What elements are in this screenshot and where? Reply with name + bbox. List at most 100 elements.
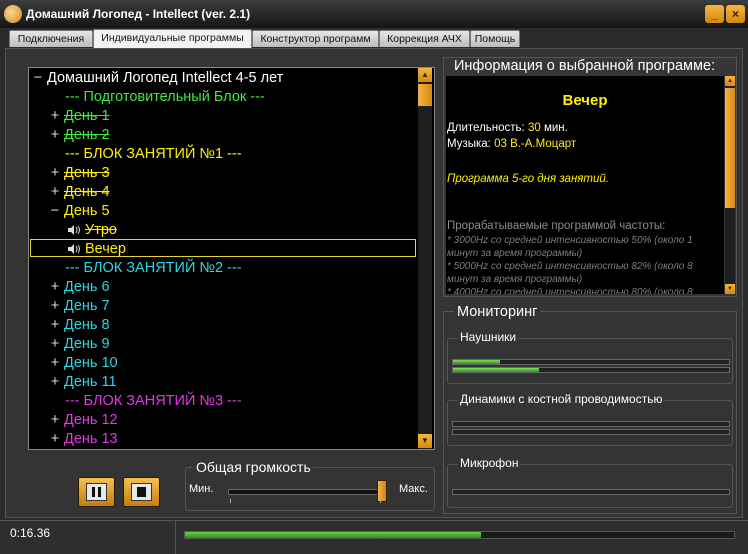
scroll-down-icon[interactable]: ▼ bbox=[418, 434, 432, 448]
expand-icon[interactable]: + bbox=[49, 183, 61, 202]
playback-progress[interactable] bbox=[184, 531, 735, 539]
duration-line: Длительность: 30 мин. bbox=[447, 122, 568, 134]
tree-item[interactable]: --- БЛОК ЗАНЯТИЙ №2 --- bbox=[65, 259, 242, 278]
tree-item-label: День 12 bbox=[64, 412, 118, 428]
status-divider bbox=[175, 521, 176, 554]
freq-header: Прорабатываемые программой частоты: bbox=[447, 220, 666, 232]
freq-item: * 3000Hz со средней интенсивностью 50% (… bbox=[447, 235, 693, 259]
tree-item-label: --- БЛОК ЗАНЯТИЙ №2 --- bbox=[65, 260, 242, 276]
program-info-panel: Информация о выбранной программе: Вечер … bbox=[443, 57, 737, 297]
expand-icon[interactable]: + bbox=[49, 354, 61, 373]
tab-connections[interactable]: Подключения bbox=[9, 30, 93, 47]
scroll-thumb[interactable] bbox=[418, 84, 432, 106]
tab-frequency-correction[interactable]: Коррекция АЧХ bbox=[379, 30, 470, 47]
status-bar: 0:16.36 bbox=[0, 520, 748, 554]
music-value: 03 В.-А.Моцарт bbox=[494, 138, 577, 150]
tree-item-label: День 3 bbox=[64, 165, 110, 181]
expand-icon[interactable]: + bbox=[49, 335, 61, 354]
program-title: Вечер bbox=[562, 92, 608, 109]
stop-icon bbox=[131, 483, 152, 501]
tree-item-label: --- БЛОК ЗАНЯТИЙ №1 --- bbox=[65, 146, 242, 162]
monitoring-panel: Мониторинг Наушники Динамики с костной п… bbox=[443, 304, 737, 514]
tree-item-label: Домашний Логопед Intellect 4-5 лет bbox=[47, 70, 284, 86]
stop-button[interactable] bbox=[123, 477, 160, 507]
expand-icon[interactable]: + bbox=[49, 107, 61, 126]
microphone-label: Микрофон bbox=[458, 456, 521, 470]
freq-item: * 4000Hz со средней интенсивностью 80% (… bbox=[447, 287, 693, 294]
tree-item[interactable]: --- Подготовительный Блок --- bbox=[65, 88, 265, 107]
tree-item-label: День 11 bbox=[64, 374, 117, 390]
volume-group: Общая громкость Мин. Макс. bbox=[185, 459, 435, 511]
tree-item[interactable]: + День 13 bbox=[49, 430, 118, 449]
tree-scrollbar[interactable]: ▲ ▼ bbox=[418, 68, 432, 449]
tab-program-builder[interactable]: Конструктор программ bbox=[252, 30, 379, 47]
music-line: Музыка: 03 В.-А.Моцарт bbox=[447, 138, 577, 150]
tree-item-label: День 9 bbox=[64, 336, 110, 352]
headphones-group: Наушники bbox=[447, 330, 733, 384]
scroll-up-icon[interactable]: ▲ bbox=[418, 68, 432, 82]
expand-icon[interactable]: + bbox=[49, 430, 61, 449]
expand-icon[interactable]: + bbox=[49, 278, 61, 297]
tree-item[interactable]: + День 2 bbox=[49, 126, 110, 145]
tree-item-label: День 1 bbox=[64, 108, 110, 124]
tree-item[interactable]: + День 10 bbox=[49, 354, 118, 373]
speaker-icon bbox=[68, 225, 80, 235]
tree-item-label: --- Подготовительный Блок --- bbox=[65, 89, 265, 105]
tree-item-label: День 4 bbox=[64, 184, 110, 200]
headphones-meter-right bbox=[452, 367, 730, 373]
headphones-label: Наушники bbox=[458, 330, 519, 344]
tree-item[interactable]: Утро bbox=[67, 221, 117, 240]
tree-item[interactable]: --- БЛОК ЗАНЯТИЙ №1 --- bbox=[65, 145, 242, 164]
level-fill bbox=[453, 360, 500, 364]
headphones-meter-left bbox=[452, 359, 730, 365]
tree-item[interactable]: − День 5 bbox=[49, 202, 110, 221]
tree-item[interactable]: + День 12 bbox=[49, 411, 118, 430]
tree-item[interactable]: + День 11 bbox=[49, 373, 117, 392]
tree-item[interactable]: + День 1 bbox=[49, 107, 110, 126]
pause-icon bbox=[86, 483, 107, 501]
collapse-icon[interactable]: − bbox=[32, 69, 44, 88]
collapse-icon[interactable]: − bbox=[49, 202, 61, 221]
minimize-button[interactable]: _ bbox=[705, 5, 724, 23]
tree-item[interactable]: + День 7 bbox=[49, 297, 110, 316]
tree-item-label: День 7 bbox=[64, 298, 110, 314]
bone-speakers-label: Динамики с костной проводимостью bbox=[458, 392, 665, 406]
scroll-up-icon[interactable]: ▲ bbox=[725, 76, 735, 86]
program-tree[interactable]: − Домашний Логопед Intellect 4-5 лет --- П… bbox=[28, 67, 435, 450]
info-scrollbar[interactable]: ▲ ▼ bbox=[725, 76, 735, 294]
expand-icon[interactable]: + bbox=[49, 126, 61, 145]
tree-item[interactable]: + День 8 bbox=[49, 316, 110, 335]
expand-icon[interactable]: + bbox=[49, 411, 61, 430]
tree-item-label: День 13 bbox=[64, 431, 118, 447]
expand-icon[interactable]: + bbox=[49, 297, 61, 316]
selection-highlight bbox=[30, 239, 416, 257]
tree-item[interactable]: + День 6 bbox=[49, 278, 110, 297]
scroll-down-icon[interactable]: ▼ bbox=[725, 284, 735, 294]
tree-item-label: --- БЛОК ЗАНЯТИЙ №3 --- bbox=[65, 393, 242, 409]
tree-item[interactable]: + День 3 bbox=[49, 164, 110, 183]
tab-individual-programs[interactable]: Индивидуальные программы bbox=[93, 29, 252, 48]
tab-help[interactable]: Помощь bbox=[470, 30, 520, 47]
pause-button[interactable] bbox=[78, 477, 115, 507]
tree-item[interactable]: + День 9 bbox=[49, 335, 110, 354]
expand-icon[interactable]: + bbox=[49, 316, 61, 335]
volume-slider-thumb[interactable] bbox=[377, 480, 388, 502]
tree-item-label: День 8 bbox=[64, 317, 110, 333]
volume-label: Общая громкость bbox=[194, 459, 313, 475]
bone-speakers-group: Динамики с костной проводимостью bbox=[447, 392, 733, 446]
microphone-group: Микрофон bbox=[447, 456, 733, 508]
expand-icon[interactable]: + bbox=[49, 164, 61, 183]
expand-icon[interactable]: + bbox=[49, 373, 61, 392]
info-header: Информация о выбранной программе: bbox=[454, 58, 716, 74]
close-button[interactable]: × bbox=[726, 5, 745, 23]
info-body: Вечер Длительность: 30 мин. Музыка: 03 В… bbox=[446, 76, 724, 294]
tree-item[interactable]: + День 4 bbox=[49, 183, 110, 202]
program-note: Программа 5-го дня занятий. bbox=[447, 173, 609, 185]
tree-item[interactable]: --- БЛОК ЗАНЯТИЙ №3 --- bbox=[65, 392, 242, 411]
tree-item[interactable]: − Домашний Логопед Intellect 4-5 лет bbox=[32, 69, 284, 88]
duration-value: 30 bbox=[527, 122, 541, 134]
volume-track[interactable] bbox=[228, 489, 385, 495]
freq-item: * 5000Hz со средней интенсивностью 82% (… bbox=[447, 261, 693, 285]
tree-item-label: День 6 bbox=[64, 279, 110, 295]
scroll-thumb[interactable] bbox=[725, 88, 735, 208]
